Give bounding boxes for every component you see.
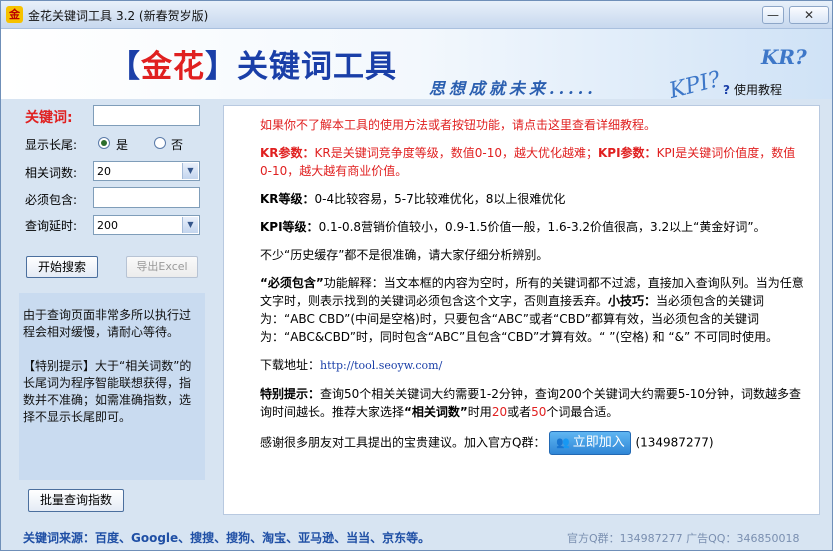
join-group-button[interactable]: 👥 立即加入 xyxy=(549,431,632,455)
kpi-param-label: KPI参数： xyxy=(598,146,657,160)
tutorial-link[interactable]: 如果你不了解本工具的使用方法或者按钮功能，请点击这里查看详细教程。 xyxy=(260,116,805,134)
special-text-3: 个词最合适。 xyxy=(546,405,619,419)
help-content-panel: 如果你不了解本工具的使用方法或者按钮功能，请点击这里查看详细教程。 KR参数：K… xyxy=(223,105,820,515)
history-note: 不少“历史缓存”都不是很准确，请大家仔细分析辨别。 xyxy=(260,248,549,262)
query-delay-label: 查询延时: xyxy=(25,219,78,233)
longtail-yes-label: 是 xyxy=(116,138,129,152)
window-title-version: 3.2 (新春贺岁版) xyxy=(116,9,209,23)
contact-info: 官方Q群：134987277 广告QQ：346850018 xyxy=(567,532,800,545)
kr-kpi-params: KR参数：KR是关键词竞争度等级，数值0-10，越大优化越难；KPI参数：KPI… xyxy=(260,144,805,180)
special-label: 特别提示： xyxy=(260,387,321,401)
banner-bracket-close: 】 xyxy=(205,49,237,85)
kr-level-label: KR等级： xyxy=(260,192,315,206)
longtail-no-label: 否 xyxy=(171,138,184,152)
longtail-label: 显示长尾: xyxy=(25,138,78,152)
special-related: “相关词数” xyxy=(404,405,468,419)
thanks-line: 感谢很多朋友对工具提出的宝贵建议。加入官方Q群： 👥 立即加入 (134987277) xyxy=(260,431,805,455)
info-paragraph-1: 由于查询页面非常多所以执行过程会相对缓慢，请耐心等待。 xyxy=(23,308,192,339)
longtail-yes-radio[interactable] xyxy=(98,137,110,149)
app-logo-icon: 金 xyxy=(6,6,23,23)
kr-param-label: KR参数： xyxy=(260,146,315,160)
special-or: 或者 xyxy=(507,405,532,419)
qq-group-number: (134987277) xyxy=(635,435,714,450)
tip-label: 小技巧： xyxy=(608,294,657,308)
minimize-button[interactable]: — xyxy=(762,6,784,24)
banner-kr-text: KR? xyxy=(761,45,807,69)
kr-level-text: 0-4比较容易，5-7比较难优化，8以上很难优化 xyxy=(314,192,566,206)
query-delay-select[interactable]: 200 ▼ xyxy=(93,215,200,235)
kpi-level: KPI等级：0.1-0.8营销价值较小，0.9-1.5价值一般，1.6-3.2价… xyxy=(260,218,805,236)
special-notice: 特别提示：查询50个相关关键词大约需要1-2分钟，查询200个关键词大约需要5-… xyxy=(260,385,805,421)
query-delay-value: 200 xyxy=(97,219,118,232)
longtail-no-radio[interactable] xyxy=(154,137,166,149)
help-icon: ? xyxy=(723,83,730,97)
title-bar: 金 金花关键词工具 3.2 (新春贺岁版) — ✕ xyxy=(1,1,832,29)
banner-kpi-text: KPI? xyxy=(666,67,723,104)
kr-level: KR等级：0-4比较容易，5-7比较难优化，8以上很难优化 xyxy=(260,190,805,208)
related-count-label: 相关词数: xyxy=(25,166,78,180)
join-group-label: 立即加入 xyxy=(572,435,625,450)
special-text-2: 时用 xyxy=(467,405,492,419)
kpi-level-text: 0.1-0.8营销价值较小，0.9-1.5价值一般，1.6-3.2价值很高，3.… xyxy=(318,220,766,234)
thanks-text: 感谢很多朋友对工具提出的宝贵建议。加入官方Q群： xyxy=(260,435,546,450)
download-label: 下载地址： xyxy=(260,358,321,372)
app-window: 金 金花关键词工具 3.2 (新春贺岁版) — ✕ 【金花】关键词工具 思想成就未… xyxy=(0,0,833,551)
banner-brand: 金花 xyxy=(141,49,205,85)
banner-bracket-open: 【 xyxy=(109,49,141,85)
help-tutorial-link[interactable]: ? 使用教程 xyxy=(723,81,782,98)
keyword-input[interactable] xyxy=(93,105,200,126)
keyword-label: 关键词: xyxy=(25,110,73,126)
people-icon: 👥 xyxy=(556,436,570,449)
must-include-title: “必须包含” xyxy=(260,276,324,290)
must-include-explanation: “必须包含”功能解释：当文本框的内容为空时，所有的关键词都不过滤，直接加入查询队… xyxy=(260,274,805,346)
must-include-label: 必须包含: xyxy=(25,193,78,207)
kr-param-text: KR是关键词竞争度等级，数值0-10，越大优化越难； xyxy=(314,146,598,160)
banner: 【金花】关键词工具 思想成就未来..... KPI? KR? ? 使用教程 xyxy=(1,29,832,104)
close-button[interactable]: ✕ xyxy=(789,6,829,24)
start-search-button[interactable]: 开始搜索 xyxy=(26,256,98,278)
batch-query-button[interactable]: 批量查询指数 xyxy=(28,489,124,512)
help-tutorial-label: 使用教程 xyxy=(733,83,782,97)
download-url-link[interactable]: http://tool.seoyw.com/ xyxy=(320,359,442,372)
download-line: 下载地址：http://tool.seoyw.com/ xyxy=(260,356,805,375)
related-count-select[interactable]: 20 ▼ xyxy=(93,161,200,181)
banner-title-rest: 关键词工具 xyxy=(237,49,397,85)
chevron-down-icon: ▼ xyxy=(182,217,198,233)
export-excel-button[interactable]: 导出Excel xyxy=(126,256,198,278)
window-title: 金花关键词工具 3.2 (新春贺岁版) xyxy=(28,7,208,24)
banner-title: 【金花】关键词工具 xyxy=(109,41,397,86)
window-title-name: 金花关键词工具 xyxy=(28,9,113,23)
must-include-input[interactable] xyxy=(93,187,200,208)
special-n2: 50 xyxy=(531,405,547,419)
chevron-down-icon: ▼ xyxy=(182,163,198,179)
kpi-level-label: KPI等级： xyxy=(260,220,319,234)
banner-slogan: 思想成就未来..... xyxy=(429,79,597,98)
info-paragraph-2: 【特别提示】大于“相关词数”的长尾词为程序智能联想获得，指数并不准确；如需准确指… xyxy=(23,359,192,424)
related-count-value: 20 xyxy=(97,165,111,178)
special-n1: 20 xyxy=(491,405,508,419)
keyword-sources: 关键词来源：百度、Google、搜搜、搜狗、淘宝、亚马逊、当当、京东等。 xyxy=(23,531,431,545)
info-box: 由于查询页面非常多所以执行过程会相对缓慢，请耐心等待。 【特别提示】大于“相关词… xyxy=(19,293,205,480)
